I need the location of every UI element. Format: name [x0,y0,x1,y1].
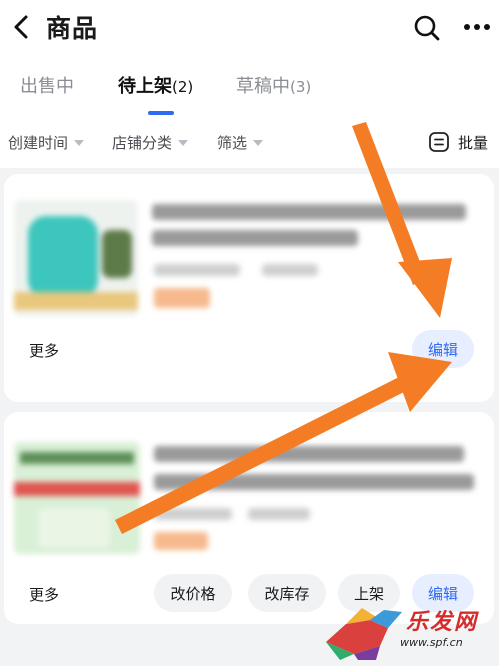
product-meta [154,264,240,276]
product-meta [248,508,310,520]
watermark-url: www.spf.cn [400,636,463,649]
more-button[interactable]: 更多 [29,584,59,605]
edit-button[interactable]: 编辑 [412,330,474,368]
caret-down-icon [253,139,264,146]
change-stock-button[interactable]: 改库存 [248,574,326,612]
filter-bar: 创建时间 店铺分类 筛选 批量 [0,118,499,168]
filter-created-time[interactable]: 创建时间 [8,132,85,153]
caret-down-icon [74,139,85,146]
product-title-line [152,204,466,220]
caret-down-icon [178,139,189,146]
chevron-left-icon[interactable] [10,13,32,41]
batch-button[interactable]: 批量 [458,132,488,153]
tab-count: (2) [172,78,194,96]
status-tabs: 出售中 待上架(2) 草稿中(3) [0,56,499,118]
filter-label: 店铺分类 [112,134,173,152]
more-icon[interactable] [462,21,492,33]
filter-screen[interactable]: 筛选 [217,132,264,153]
product-title-line [152,230,358,246]
product-price [154,532,208,550]
tab-pending-listing[interactable]: 待上架(2) [118,72,193,98]
filter-label: 筛选 [217,134,248,152]
tab-indicator [148,111,174,115]
product-meta [262,264,318,276]
filter-shop-category[interactable]: 店铺分类 [112,132,189,153]
tab-label: 待上架 [118,76,172,97]
product-card[interactable]: 更多 编辑 [4,174,494,402]
tab-on-sale[interactable]: 出售中 [20,72,74,98]
filter-label: 创建时间 [8,134,69,152]
tab-label: 草稿中 [236,76,290,97]
tab-drafts[interactable]: 草稿中(3) [236,72,311,98]
change-price-button[interactable]: 改价格 [154,574,232,612]
tab-label: 出售中 [20,76,74,97]
search-icon[interactable] [413,14,441,42]
top-bar: 商品 [0,0,499,56]
product-thumbnail[interactable] [14,442,140,554]
more-button[interactable]: 更多 [29,340,59,361]
product-thumbnail[interactable] [14,200,138,316]
product-title-line [154,474,474,490]
watermark-brand: 乐发网 [406,610,479,635]
batch-icon[interactable] [428,131,450,153]
page-title: 商品 [46,14,99,43]
tab-count: (3) [290,78,312,96]
product-meta [154,508,232,520]
product-card[interactable]: 更多 改价格 改库存 上架 编辑 [4,412,494,624]
product-price [154,288,210,308]
product-title-line [154,446,464,462]
